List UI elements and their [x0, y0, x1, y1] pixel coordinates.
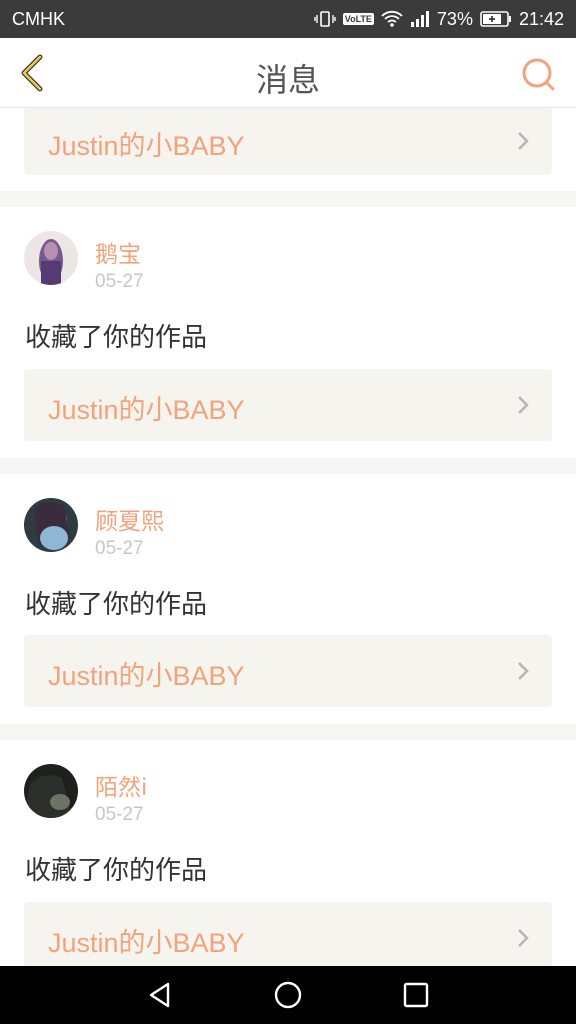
chevron-right-icon: [518, 132, 529, 150]
work-link[interactable]: Justin的小BABY: [24, 635, 552, 707]
status-icons: VoLTE 73% 21:42: [314, 8, 564, 30]
volte-icon: VoLTE: [342, 13, 374, 25]
vibrate-icon: [314, 10, 336, 28]
avatar[interactable]: [24, 498, 78, 552]
message-list[interactable]: Justin的小BABY 鹅宝 05-27 收藏了你的作品 Justin的小BA…: [0, 108, 576, 966]
battery-charging-icon: [480, 11, 512, 27]
username[interactable]: 陌然i: [95, 768, 147, 802]
work-title: Justin的小BABY: [48, 131, 245, 161]
work-link[interactable]: Justin的小BABY: [24, 369, 552, 441]
home-circle-icon[interactable]: [272, 979, 304, 1011]
avatar[interactable]: [24, 231, 78, 285]
work-title: Justin的小BABY: [48, 661, 245, 691]
list-item: 顾夏熙 05-27 收藏了你的作品 Justin的小BABY: [0, 474, 576, 724]
username[interactable]: 鹅宝: [95, 235, 141, 269]
wifi-icon: [381, 10, 403, 28]
search-button[interactable]: [520, 56, 556, 92]
timestamp: 05-27: [95, 804, 144, 825]
chevron-right-icon: [518, 396, 529, 414]
timestamp: 05-27: [95, 271, 144, 292]
page-title: 消息: [255, 61, 320, 99]
carrier-name: CMHK: [12, 9, 65, 29]
work-title: Justin的小BABY: [48, 928, 245, 958]
chevron-right-icon: [518, 662, 529, 680]
notification-text: 收藏了你的作品: [25, 323, 208, 353]
clock: 21:42: [518, 8, 564, 29]
search-icon: [522, 58, 555, 91]
signal-icon: [410, 10, 430, 28]
recents-square-icon[interactable]: [400, 979, 432, 1011]
status-bar: CMHK VoLTE 73% 21:42: [0, 0, 576, 38]
notification-text: 收藏了你的作品: [25, 856, 208, 886]
notification-text: 收藏了你的作品: [25, 590, 208, 620]
work-link[interactable]: Justin的小BABY: [24, 902, 552, 966]
work-title: Justin的小BABY: [48, 395, 245, 425]
back-triangle-icon[interactable]: [144, 979, 176, 1011]
system-nav-bar: [0, 966, 576, 1024]
list-item: 陌然i 05-27 收藏了你的作品 Justin的小BABY: [0, 740, 576, 966]
avatar[interactable]: [24, 764, 78, 818]
list-item: 鹅宝 05-27 收藏了你的作品 Justin的小BABY: [0, 207, 576, 458]
battery-percent: 73%: [436, 8, 473, 29]
chevron-right-icon: [518, 929, 529, 947]
work-link[interactable]: Justin的小BABY: [24, 108, 552, 175]
timestamp: 05-27: [95, 538, 144, 559]
list-item: Justin的小BABY: [0, 108, 576, 191]
username[interactable]: 顾夏熙: [95, 502, 164, 536]
app-header: 消息: [0, 38, 576, 108]
